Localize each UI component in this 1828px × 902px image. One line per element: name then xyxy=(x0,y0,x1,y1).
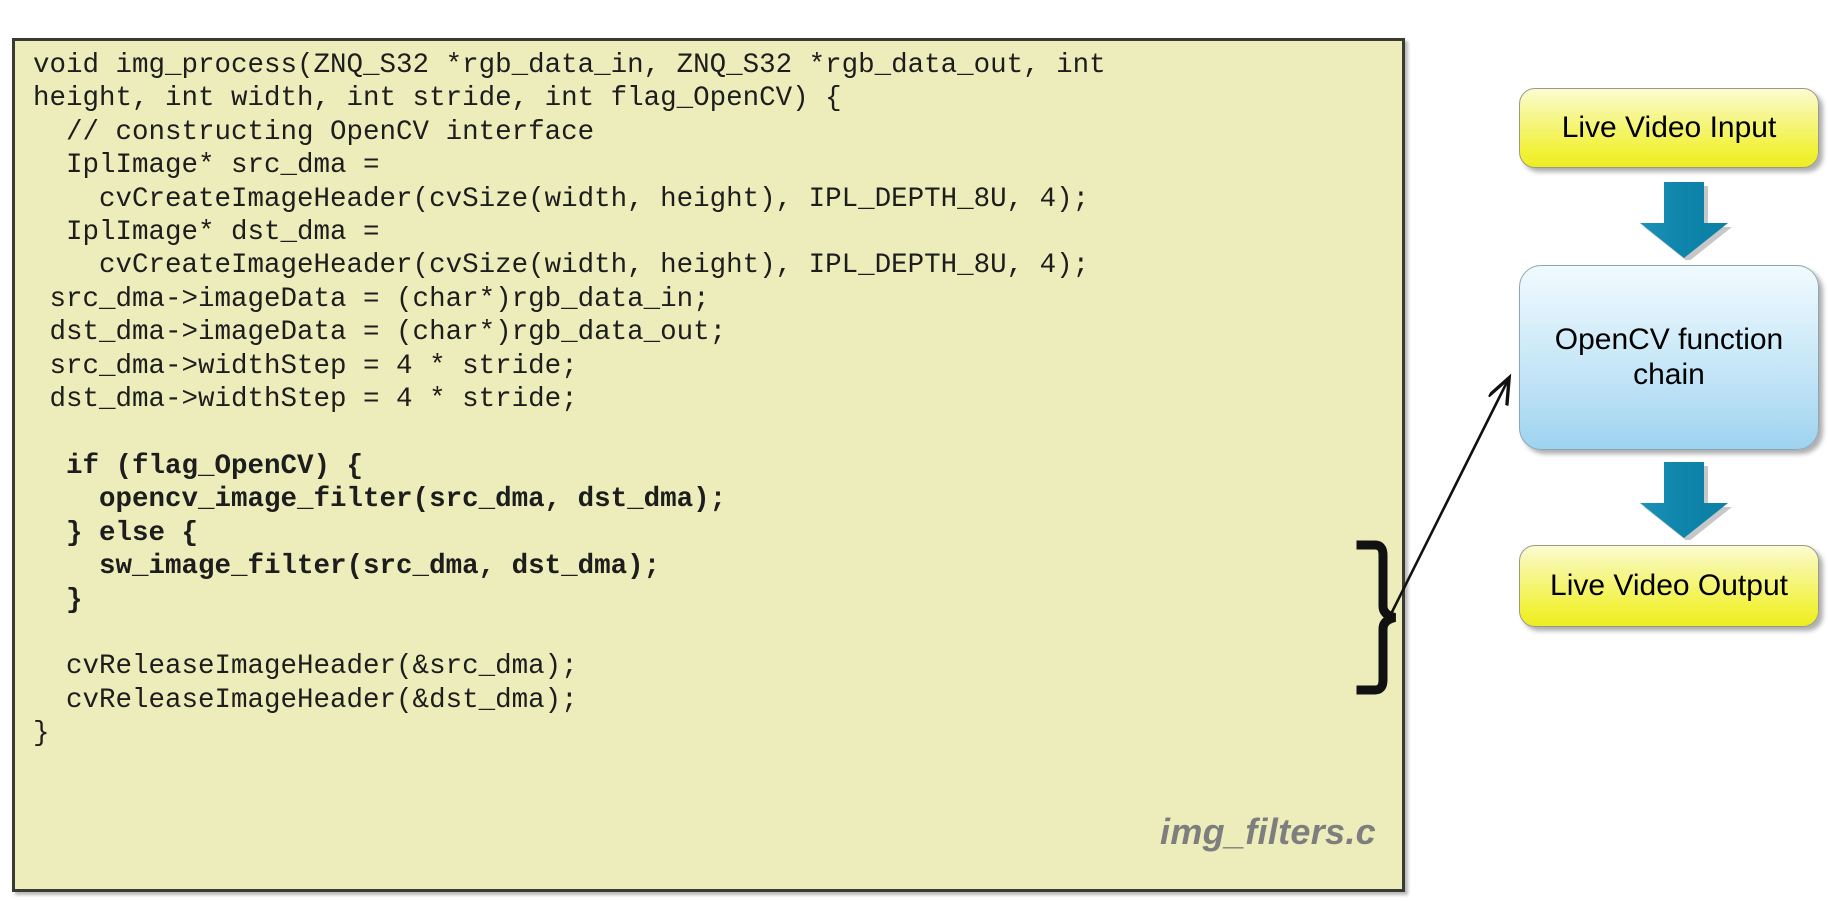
down-arrow-icon-bottom xyxy=(1640,462,1734,542)
source-file-label: img_filters.c xyxy=(1160,811,1376,852)
grouping-brace-icon xyxy=(1355,540,1401,695)
flow-box-opencv-function-chain[interactable]: OpenCV function chain xyxy=(1519,265,1819,450)
code-line: sw_image_filter(src_dma, dst_dma); xyxy=(33,551,661,583)
flow-box-live-video-output[interactable]: Live Video Output xyxy=(1519,545,1819,627)
flow-box-live-video-input[interactable]: Live Video Input xyxy=(1519,88,1819,168)
code-line: dst_dma->widthStep = 4 * stride; xyxy=(33,384,578,416)
flow-box-output-label: Live Video Output xyxy=(1550,568,1788,602)
code-line: IplImage* src_dma = xyxy=(33,150,380,182)
code-line: // constructing OpenCV interface xyxy=(33,116,595,148)
code-line: } xyxy=(33,718,50,750)
code-line: cvReleaseImageHeader(&dst_dma); xyxy=(33,684,578,716)
code-line: if (flag_OpenCV) { xyxy=(33,450,364,482)
code-line: IplImage* dst_dma = xyxy=(33,217,380,249)
code-line: opencv_image_filter(src_dma, dst_dma); xyxy=(33,484,727,516)
code-line: cvCreateImageHeader(cvSize(width, height… xyxy=(33,250,1090,282)
code-line: } else { xyxy=(33,517,199,549)
code-line: src_dma->imageData = (char*)rgb_data_in; xyxy=(33,283,710,315)
code-line: cvReleaseImageHeader(&src_dma); xyxy=(33,651,578,683)
code-line: cvCreateImageHeader(cvSize(width, height… xyxy=(33,183,1090,215)
flow-diagram: Live Video Input OpenCV function chain L… xyxy=(1512,0,1828,902)
code-listing[interactable]: void img_process(ZNQ_S32 *rgb_data_in, Z… xyxy=(33,49,1396,751)
code-line: dst_dma->imageData = (char*)rgb_data_out… xyxy=(33,317,727,349)
flow-box-input-label: Live Video Input xyxy=(1561,110,1777,144)
down-arrow-icon-top xyxy=(1640,182,1734,262)
code-line: } xyxy=(33,584,83,616)
flow-box-chain-label: OpenCV function chain xyxy=(1554,323,1784,391)
code-panel: void img_process(ZNQ_S32 *rgb_data_in, Z… xyxy=(12,38,1405,892)
code-line: void img_process(ZNQ_S32 *rgb_data_in, Z… xyxy=(33,50,1106,81)
code-line: src_dma->widthStep = 4 * stride; xyxy=(33,350,578,382)
code-line: height, int width, int stride, int flag_… xyxy=(33,83,842,115)
